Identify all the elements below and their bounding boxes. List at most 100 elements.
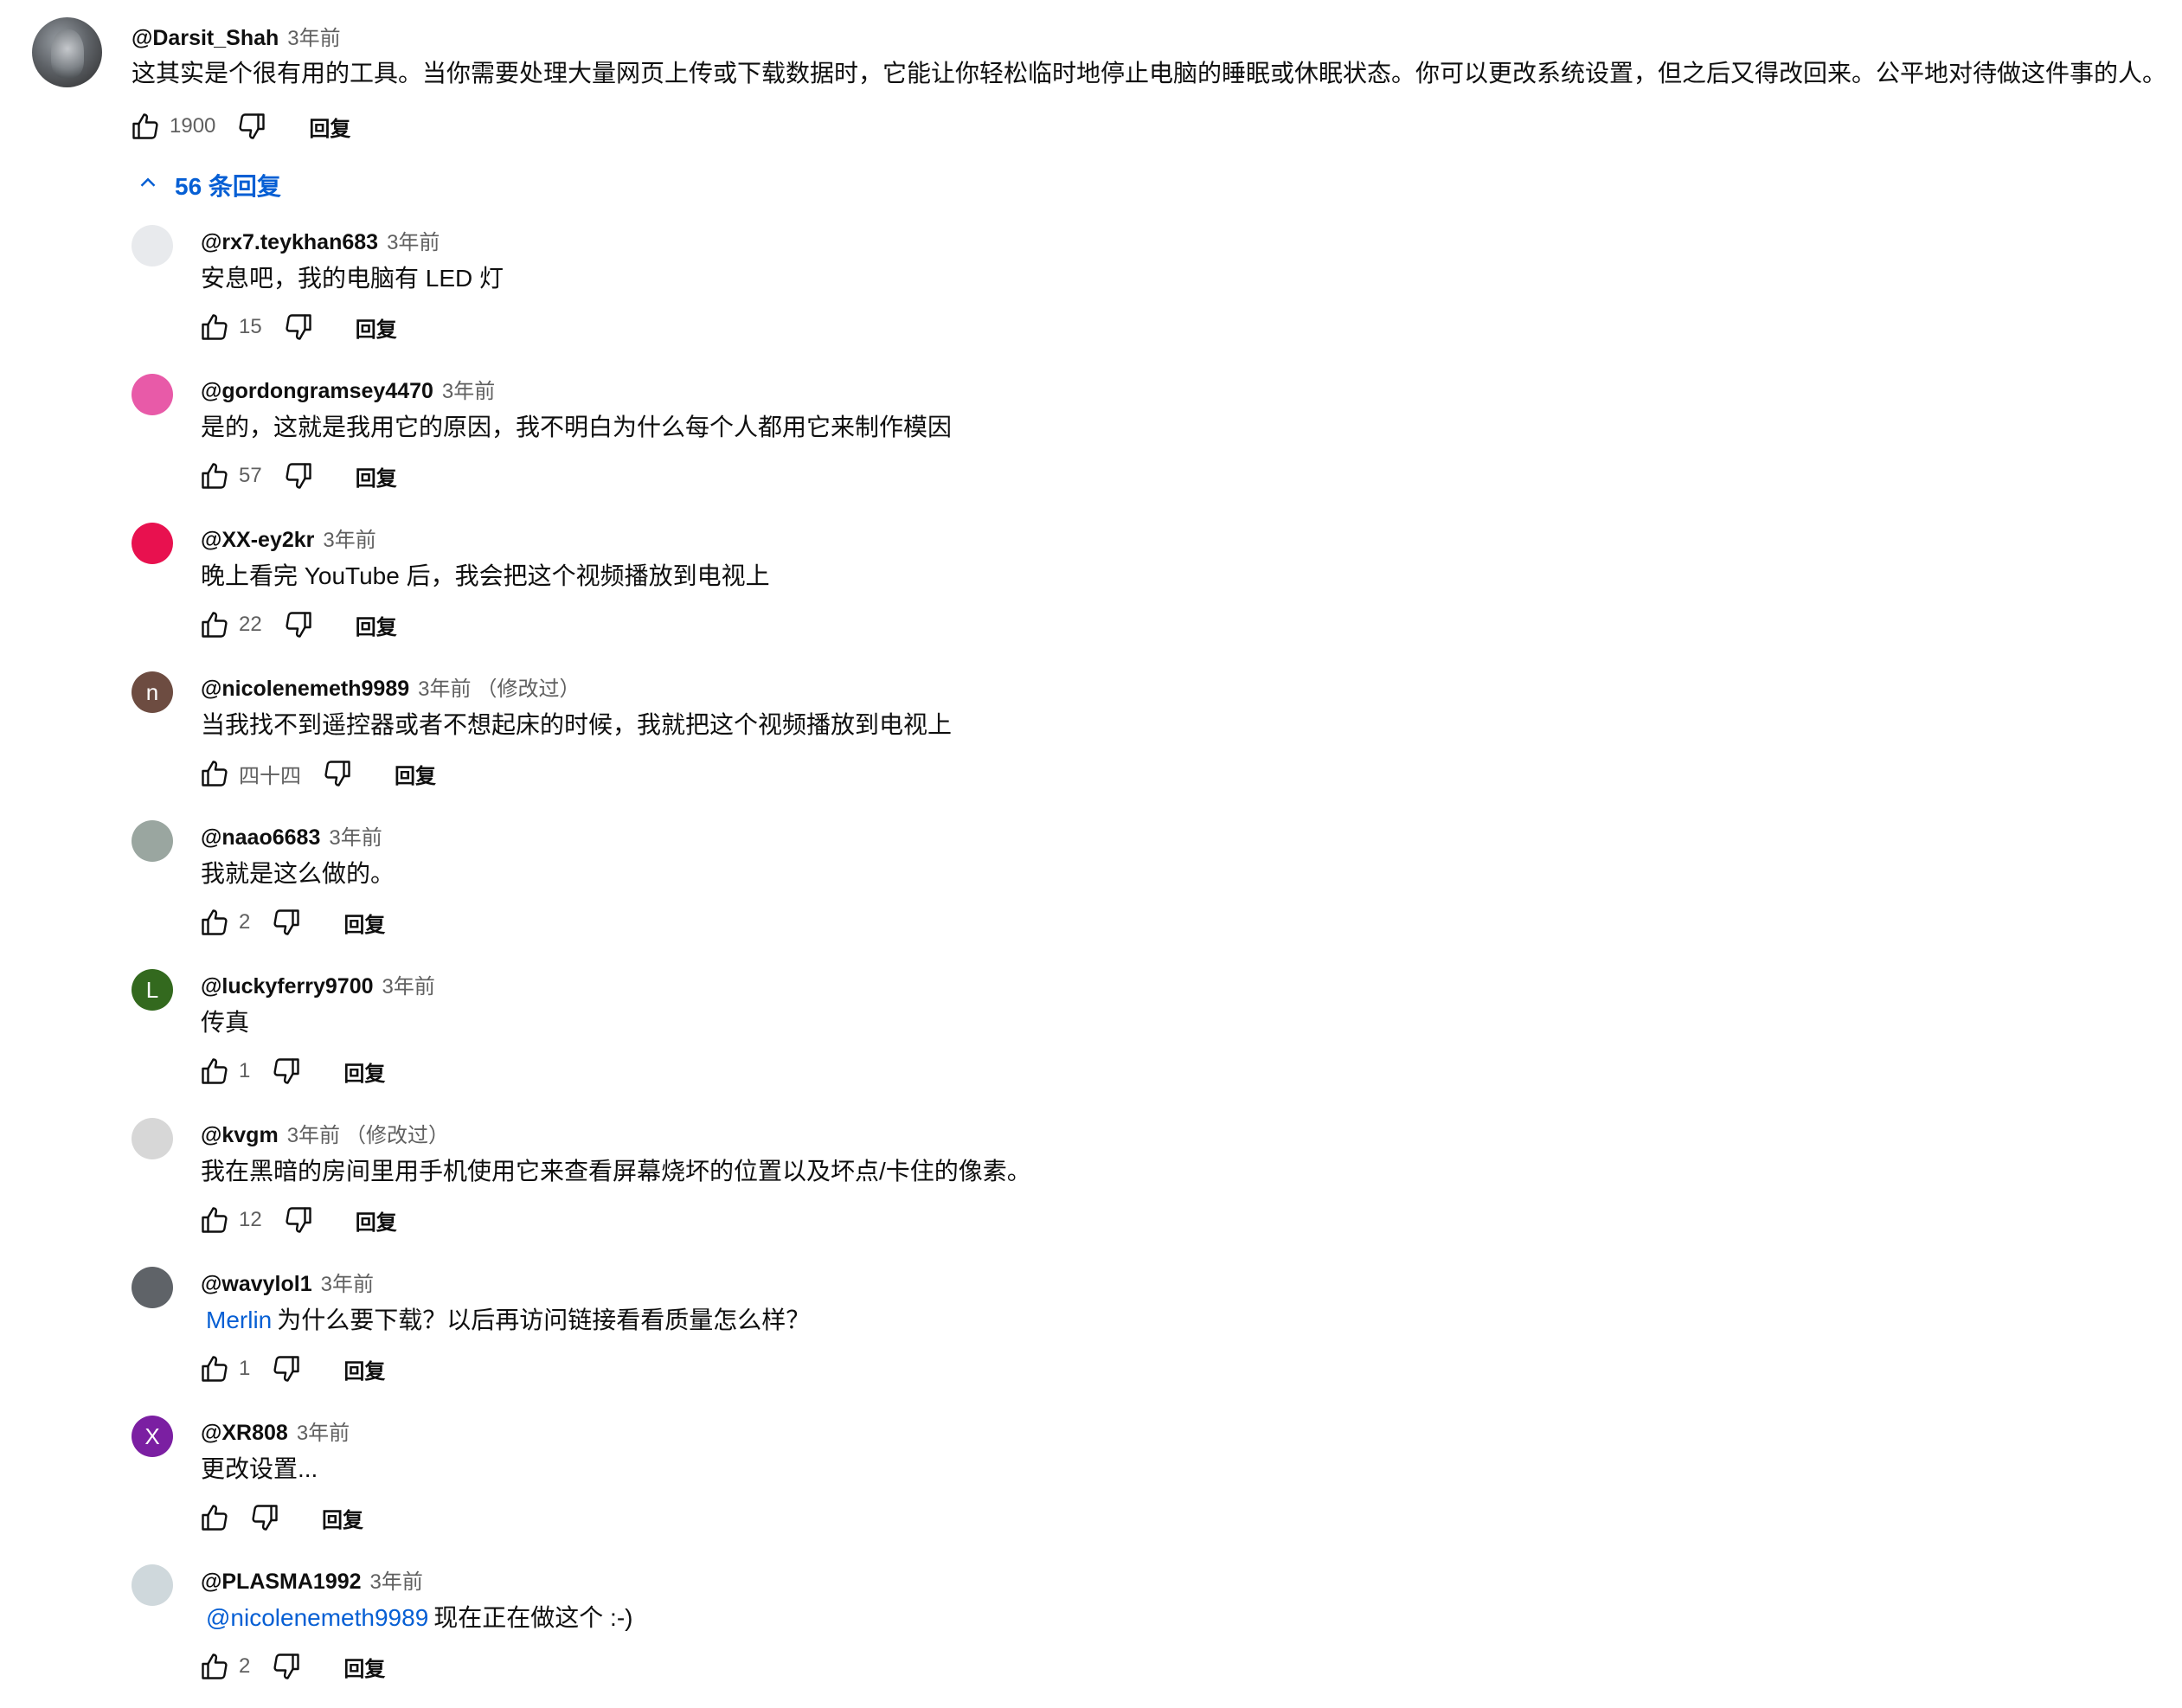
reply-time[interactable]: 3年前 bbox=[297, 1416, 350, 1446]
thumbs-up-icon[interactable] bbox=[196, 1499, 234, 1537]
reply-time[interactable]: 3年前 bbox=[329, 820, 382, 851]
reply-time[interactable]: 3年前 bbox=[418, 671, 471, 702]
thumbs-up-icon[interactable] bbox=[196, 1647, 234, 1686]
thumbs-down-icon[interactable] bbox=[267, 1350, 305, 1388]
reply-time[interactable]: 3年前 bbox=[321, 1267, 374, 1297]
reply-header: @rx7.teykhan683 3年前 bbox=[201, 225, 445, 255]
avatar[interactable] bbox=[132, 374, 173, 415]
reply-button[interactable]: 回复 bbox=[356, 610, 397, 640]
thumbs-down-icon[interactable] bbox=[279, 606, 318, 644]
thumbs-down-icon[interactable] bbox=[267, 1052, 305, 1090]
avatar[interactable] bbox=[132, 820, 173, 862]
author-name[interactable]: @naao6683 bbox=[201, 825, 320, 851]
thumbs-up-icon[interactable] bbox=[196, 606, 234, 644]
avatar-initial: X bbox=[144, 1422, 160, 1449]
thumbs-up-icon[interactable] bbox=[196, 1350, 234, 1388]
reply-header: @gordongramsey4470 3年前 bbox=[201, 374, 500, 404]
reply-header: @XX-ey2kr 3年前 bbox=[201, 523, 382, 553]
author-name[interactable]: @gordongramsey4470 bbox=[201, 379, 433, 404]
thumbs-down-icon[interactable] bbox=[233, 107, 271, 145]
avatar[interactable] bbox=[132, 1267, 173, 1308]
thumbs-up-icon[interactable] bbox=[196, 754, 234, 793]
thumbs-down-icon[interactable] bbox=[279, 457, 318, 495]
reply-button[interactable]: 回复 bbox=[309, 112, 350, 142]
reply-text: 更改设置... bbox=[201, 1452, 318, 1486]
thumbs-up-icon[interactable] bbox=[196, 457, 234, 495]
avatar[interactable] bbox=[132, 1118, 173, 1159]
avatar[interactable] bbox=[132, 225, 173, 266]
thumbs-up-icon[interactable] bbox=[196, 308, 234, 346]
reply-time[interactable]: 3年前 bbox=[370, 1564, 423, 1595]
reply-body: 晚上看完 YouTube 后，我会把这个视频播放到电视上 bbox=[201, 562, 770, 589]
author-name[interactable]: @Darsit_Shah bbox=[132, 26, 279, 51]
author-name[interactable]: @PLASMA1992 bbox=[201, 1570, 362, 1595]
mention-link[interactable]: Merlin bbox=[206, 1307, 272, 1333]
thumbs-down-icon[interactable] bbox=[246, 1499, 284, 1537]
reply-body: 现在正在做这个 :-) bbox=[433, 1604, 633, 1631]
comments-section: @Darsit_Shah 3年前 这其实是个很有用的工具。当你需要处理大量网页上… bbox=[0, 0, 2182, 1708]
thumbs-down-icon[interactable] bbox=[318, 754, 356, 793]
reply-button[interactable]: 回复 bbox=[343, 908, 385, 938]
thumbs-down-icon[interactable] bbox=[279, 1201, 318, 1239]
reply-header: @luckyferry9700 3年前 bbox=[201, 969, 440, 999]
like-count: 四十四 bbox=[239, 764, 301, 788]
like-count: 1 bbox=[239, 1059, 251, 1082]
reply-button[interactable]: 回复 bbox=[395, 759, 436, 789]
reply-item: L @luckyferry9700 3年前 传真 1 回复 bbox=[0, 957, 2182, 1106]
thumbs-down-icon[interactable] bbox=[267, 1647, 305, 1686]
avatar[interactable] bbox=[132, 1564, 173, 1606]
reply-time[interactable]: 3年前 bbox=[323, 523, 375, 553]
reply-button[interactable]: 回复 bbox=[356, 461, 397, 491]
reply-text: 是的，这就是我用它的原因，我不明白为什么每个人都用它来制作模因 bbox=[201, 410, 952, 445]
replies-toggle-button[interactable]: 56 条回复 bbox=[135, 168, 281, 202]
author-name[interactable]: @XX-ey2kr bbox=[201, 528, 314, 553]
author-name[interactable]: @luckyferry9700 bbox=[201, 974, 374, 999]
thumbs-down-icon[interactable] bbox=[279, 308, 318, 346]
like-count: 2 bbox=[239, 910, 251, 934]
reply-item: @rx7.teykhan683 3年前 安息吧，我的电脑有 LED 灯 15 回… bbox=[0, 213, 2182, 362]
reply-time[interactable]: 3年前 bbox=[287, 1118, 340, 1148]
avatar[interactable] bbox=[132, 523, 173, 564]
reply-time[interactable]: 3年前 bbox=[382, 969, 435, 999]
reply-time[interactable]: 3年前 bbox=[387, 225, 440, 255]
author-name[interactable]: @nicolenemeth9989 bbox=[201, 677, 409, 702]
reply-item: @gordongramsey4470 3年前 是的，这就是我用它的原因，我不明白… bbox=[0, 362, 2182, 510]
reply-body: 我就是这么做的。 bbox=[201, 860, 395, 887]
avatar[interactable]: L bbox=[132, 969, 173, 1011]
reply-item: @naao6683 3年前 我就是这么做的。 2 回复 bbox=[0, 808, 2182, 957]
reply-body: 更改设置... bbox=[201, 1455, 318, 1482]
reply-time[interactable]: 3年前 bbox=[442, 374, 495, 404]
reply-button[interactable]: 回复 bbox=[343, 1056, 385, 1087]
reply-button[interactable]: 回复 bbox=[343, 1652, 385, 1682]
reply-header: @nicolenemeth9989 3年前 （修改过） bbox=[201, 671, 581, 702]
reply-button[interactable]: 回复 bbox=[322, 1503, 363, 1533]
author-name[interactable]: @rx7.teykhan683 bbox=[201, 230, 378, 255]
avatar[interactable]: n bbox=[132, 671, 173, 713]
author-name[interactable]: @kvgm bbox=[201, 1123, 279, 1148]
thumbs-up-icon[interactable] bbox=[196, 1052, 234, 1090]
thumbs-up-icon[interactable] bbox=[196, 1201, 234, 1239]
comment-text: 这其实是个很有用的工具。当你需要处理大量网页上传或下载数据时，它能让你轻松临时地… bbox=[132, 60, 2167, 87]
reply-actions: 1 回复 bbox=[196, 1054, 385, 1088]
comment-time[interactable]: 3年前 bbox=[287, 21, 340, 51]
like-count: 57 bbox=[239, 464, 262, 487]
author-name[interactable]: @XR808 bbox=[201, 1421, 288, 1446]
replies-count-label: 56 条回复 bbox=[175, 173, 281, 200]
avatar[interactable]: X bbox=[132, 1416, 173, 1457]
reply-actions: 回复 bbox=[196, 1500, 363, 1535]
reply-text: 当我找不到遥控器或者不想起床的时候，我就把这个视频播放到电视上 bbox=[201, 708, 952, 742]
thumbs-up-icon[interactable] bbox=[126, 107, 164, 145]
chevron-up-icon bbox=[135, 170, 161, 202]
comment-thread: @Darsit_Shah 3年前 这其实是个很有用的工具。当你需要处理大量网页上… bbox=[0, 0, 2182, 173]
thumbs-down-icon[interactable] bbox=[267, 903, 305, 941]
reply-item: X @XR808 3年前 更改设置... 回复 bbox=[0, 1403, 2182, 1552]
mention-link[interactable]: @nicolenemeth9989 bbox=[206, 1604, 428, 1631]
reply-button[interactable]: 回复 bbox=[356, 312, 397, 343]
reply-body: 我在黑暗的房间里用手机使用它来查看屏幕烧坏的位置以及坏点/卡住的像素。 bbox=[201, 1158, 1031, 1185]
avatar[interactable] bbox=[32, 17, 102, 87]
author-name[interactable]: @wavylol1 bbox=[201, 1272, 312, 1297]
reply-button[interactable]: 回复 bbox=[356, 1205, 397, 1236]
reply-text: 传真 bbox=[201, 1005, 249, 1040]
reply-button[interactable]: 回复 bbox=[343, 1354, 385, 1384]
thumbs-up-icon[interactable] bbox=[196, 903, 234, 941]
